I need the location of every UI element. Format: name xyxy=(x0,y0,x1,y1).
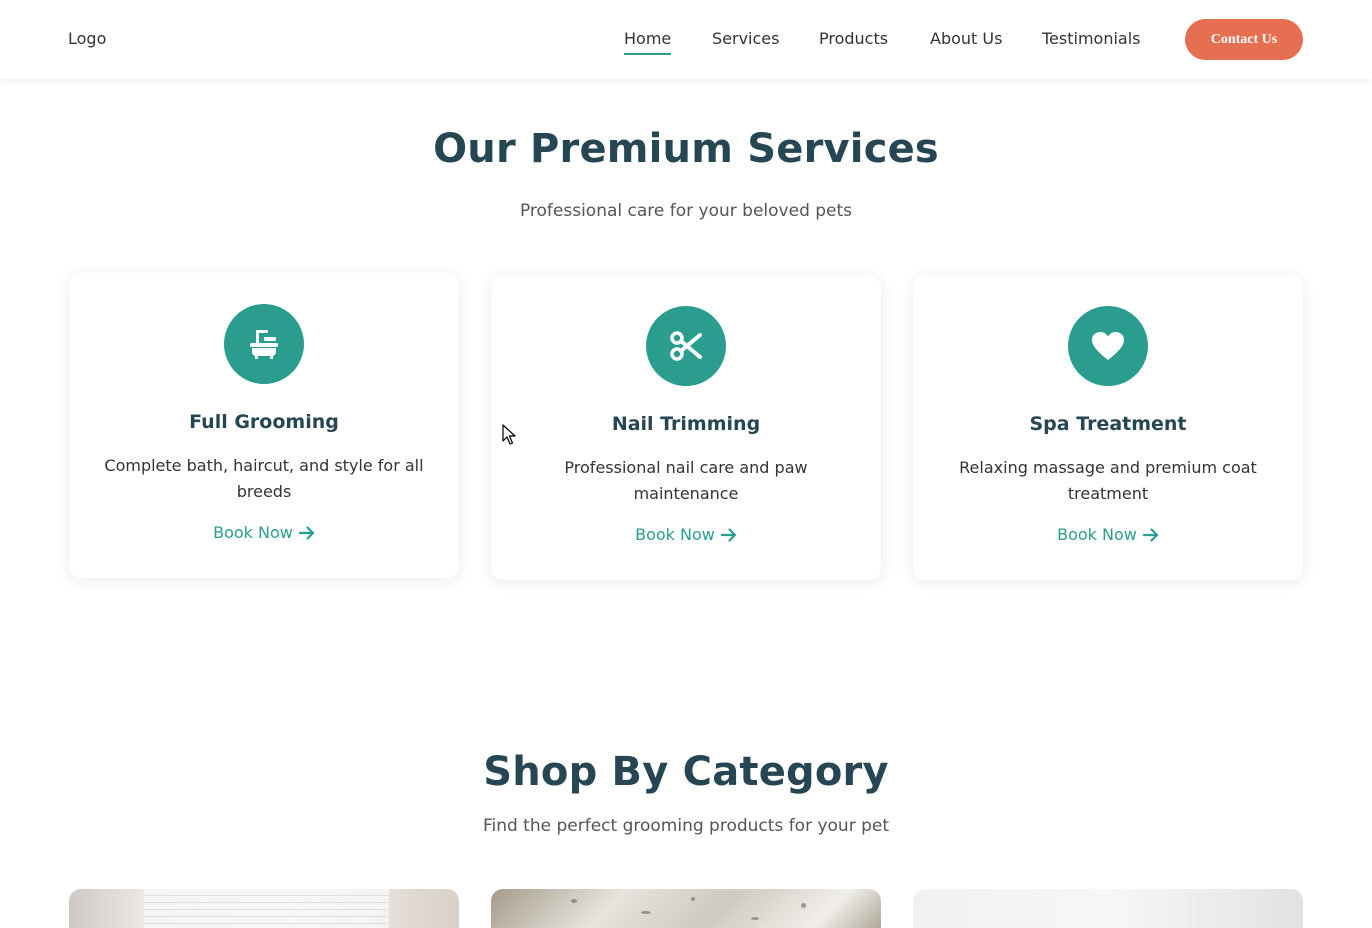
arrow-right-icon xyxy=(298,525,315,544)
arrow-right-icon xyxy=(720,527,737,546)
contact-us-button[interactable]: Contact Us xyxy=(1185,19,1303,60)
nav-item-testimonials[interactable]: Testimonials xyxy=(1042,29,1141,48)
book-now-label: Book Now xyxy=(213,523,293,542)
arrow-right-icon xyxy=(1142,527,1159,546)
card-description: Complete bath, haircut, and style for al… xyxy=(104,456,424,501)
category-card-image[interactable] xyxy=(69,889,459,928)
book-now-link[interactable]: Book Now xyxy=(69,523,459,544)
book-now-link[interactable]: Book Now xyxy=(491,525,881,546)
nav-item-about-us[interactable]: About Us xyxy=(930,29,1002,48)
nav-item-services[interactable]: Services xyxy=(712,29,779,48)
book-now-label: Book Now xyxy=(635,525,715,544)
mouse-cursor-icon xyxy=(502,424,516,450)
marble-speck xyxy=(691,897,695,901)
nav-item-home[interactable]: Home xyxy=(624,29,672,55)
card-title: Spa Treatment xyxy=(1029,413,1187,435)
marble-speck xyxy=(571,899,577,903)
card-description: Professional nail care and paw maintenan… xyxy=(564,458,808,503)
nav-item-products[interactable]: Products xyxy=(819,29,888,48)
logo[interactable]: Logo xyxy=(68,29,106,48)
site-header: Logo Home Services Products About Us Tes… xyxy=(0,0,1372,79)
marble-speck xyxy=(751,917,759,920)
service-card-spa-treatment: Spa Treatment Relaxing massage and premi… xyxy=(913,275,1303,580)
services-title: Our Premium Services xyxy=(433,126,939,172)
book-now-link[interactable]: Book Now xyxy=(913,525,1303,546)
services-subtitle: Professional care for your beloved pets xyxy=(519,201,853,221)
card-title: Full Grooming xyxy=(189,411,339,433)
marble-speck xyxy=(801,903,806,908)
category-card-image[interactable] xyxy=(491,889,881,928)
bathtub-icon xyxy=(224,304,304,384)
marble-speck xyxy=(641,911,651,914)
categories-subtitle: Find the perfect grooming products for y… xyxy=(482,816,890,836)
category-card-image[interactable] xyxy=(913,889,1303,928)
card-description: Relaxing massage and premium coat treatm… xyxy=(959,458,1257,503)
book-now-label: Book Now xyxy=(1057,525,1137,544)
categories-title: Shop By Category xyxy=(483,749,889,795)
category-image-detail xyxy=(144,889,389,928)
heart-icon xyxy=(1068,306,1148,386)
card-title: Nail Trimming xyxy=(611,413,761,435)
scissors-icon xyxy=(646,306,726,386)
service-card-nail-trimming: Nail Trimming Professional nail care and… xyxy=(491,275,881,580)
service-card-full-grooming: Full Grooming Complete bath, haircut, an… xyxy=(69,273,459,578)
